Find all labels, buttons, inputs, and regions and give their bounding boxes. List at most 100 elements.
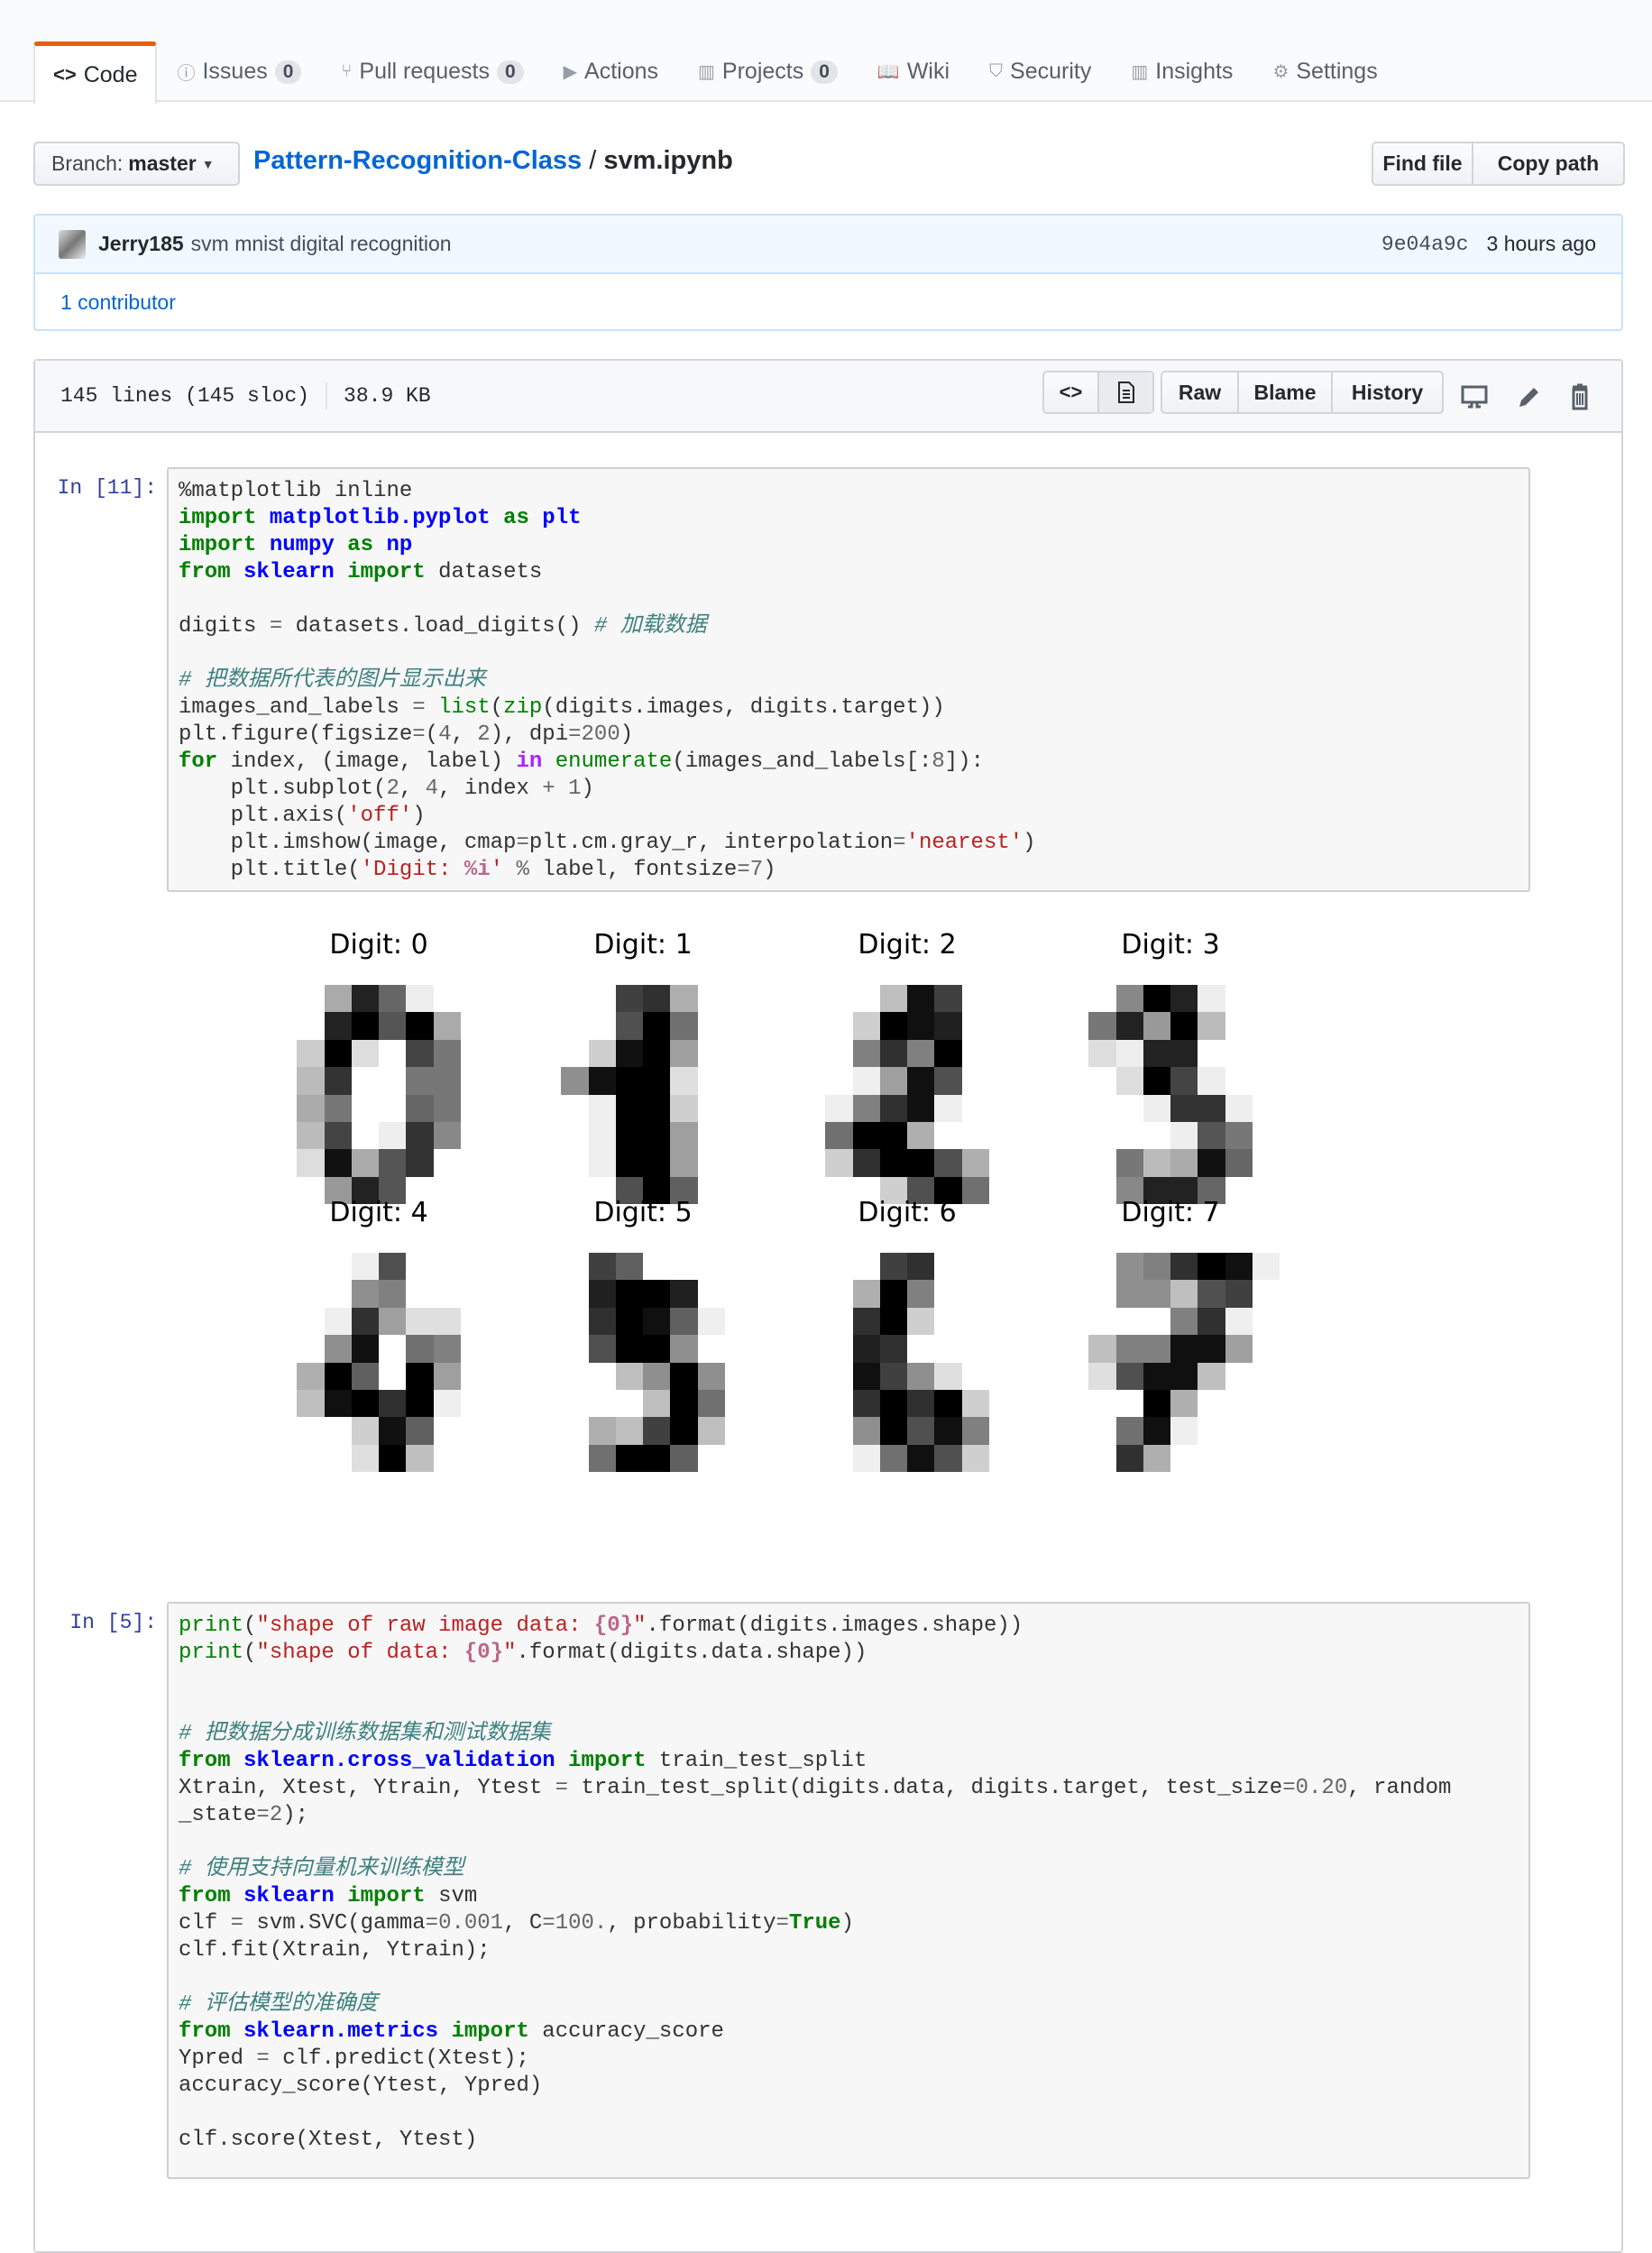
tab-security[interactable]: ⛉ Security	[969, 41, 1111, 102]
code-token: from	[179, 1884, 231, 1908]
code-line: # 使用支持向量机来训练模型	[179, 1856, 1528, 1883]
digit-pixel	[561, 1121, 589, 1150]
digit-pixel	[879, 1067, 908, 1095]
digit-image	[798, 1253, 1017, 1473]
code-line: from sklearn import datasets	[179, 559, 1528, 586]
digit-pixel	[379, 1444, 407, 1473]
commit-sha[interactable]: 9e04a9c	[1381, 233, 1469, 256]
pencil-icon[interactable]	[1514, 382, 1543, 411]
digit-pixel	[825, 1444, 853, 1473]
digit-pixel	[798, 1444, 826, 1473]
digit-pixel	[1088, 1253, 1116, 1281]
code-cell-input[interactable]: print("shape of raw image data: {0}".for…	[167, 1602, 1530, 2179]
digit-pixel	[534, 985, 562, 1013]
desktop-icon[interactable]	[1460, 382, 1489, 411]
code-token: );	[282, 1803, 309, 1827]
digit-pixel	[1253, 1039, 1280, 1068]
digit-pixel	[1225, 1444, 1253, 1473]
digit-pixel	[588, 1280, 616, 1308]
digit-pixel	[825, 1307, 853, 1336]
digit-pixel	[697, 1335, 726, 1363]
digit-pixel	[1225, 1389, 1253, 1418]
digit-pixel	[1198, 1039, 1225, 1068]
branch-select-button[interactable]: Branch: master ▼	[33, 142, 240, 186]
digit-pixel	[697, 985, 726, 1013]
digit-pixel	[989, 1417, 1017, 1445]
digit-pixel	[725, 1039, 753, 1068]
digit-pixel	[989, 1335, 1017, 1363]
tab-insights[interactable]: ▥ Insights	[1111, 41, 1253, 102]
blame-button[interactable]: Blame	[1239, 372, 1333, 412]
digit-pixel	[297, 1307, 325, 1336]
avatar[interactable]	[59, 229, 86, 259]
digit-pixel	[561, 1039, 589, 1068]
digit-pixel	[379, 1149, 407, 1177]
tab-issues[interactable]: ⓘ Issues 0	[157, 41, 321, 102]
digit-image	[534, 1253, 753, 1473]
tab-code[interactable]: <> Code	[33, 41, 158, 104]
digit-pixel	[1088, 1280, 1116, 1308]
digit-pixel	[1088, 1149, 1116, 1177]
digit-pixel	[1088, 1067, 1116, 1095]
digit-pixel	[406, 1012, 434, 1040]
digit-pixel	[588, 1362, 616, 1390]
digit-pixel	[989, 1149, 1017, 1177]
digit-pixel	[852, 1121, 880, 1150]
tab-wiki[interactable]: 📖 Wiki	[858, 41, 969, 102]
digit-pixel	[1198, 985, 1225, 1013]
code-token: =	[893, 831, 906, 855]
tab-label: Issues	[202, 59, 268, 84]
code-token: clf	[179, 1911, 231, 1936]
digit-pixel	[1088, 1362, 1116, 1390]
code-line: plt.subplot(2, 4, index + 1)	[179, 776, 1528, 803]
digit-pixel	[615, 1253, 644, 1281]
code-view-button[interactable]: <>	[1044, 372, 1099, 412]
digit-pixel	[351, 1253, 380, 1281]
copy-path-button[interactable]: Copy path	[1473, 143, 1623, 184]
code-token: clf.score(Xtest, Ytest)	[179, 2128, 478, 2152]
digit-pixel	[534, 1012, 562, 1040]
repo-link[interactable]: Pattern-Recognition-Class	[253, 146, 582, 175]
tab-projects[interactable]: ▥ Projects 0	[678, 41, 858, 102]
digit-pixel	[989, 1094, 1017, 1122]
digit-pixel	[1115, 1335, 1143, 1363]
digit-pixel	[324, 1012, 352, 1040]
digit-pixel	[852, 1067, 880, 1095]
digit-pixel	[351, 1444, 380, 1473]
code-cell-input[interactable]: %matplotlib inline import matplotlib.pypl…	[167, 467, 1530, 892]
trash-icon[interactable]	[1565, 382, 1594, 411]
digit-pixel	[534, 1417, 562, 1445]
code-token: =	[737, 858, 750, 882]
code-token: sklearn.metrics	[243, 2019, 439, 2044]
digit-pixel	[907, 1121, 935, 1150]
digit-pixel	[1088, 1094, 1116, 1122]
digit-pixel	[1115, 1444, 1143, 1473]
history-button[interactable]: History	[1333, 372, 1442, 412]
digit-pixel	[461, 1307, 489, 1336]
rendered-view-button[interactable]	[1099, 372, 1152, 412]
code-token: images_and_labels	[179, 695, 413, 720]
digit-pixel	[1088, 1417, 1116, 1445]
contributors-link[interactable]: 1 contributor	[60, 290, 176, 315]
find-file-button[interactable]: Find file	[1373, 143, 1473, 184]
code-token: (	[243, 1614, 257, 1638]
code-line: import matplotlib.pyplot as plt	[179, 505, 1528, 532]
digit-pixel	[643, 1067, 671, 1095]
digit-pixel	[1253, 1389, 1280, 1418]
digit-pixel	[670, 1149, 698, 1177]
tab-pull-requests[interactable]: ⑂ Pull requests 0	[321, 41, 543, 102]
raw-button[interactable]: Raw	[1162, 372, 1239, 412]
digit-pixel	[588, 1307, 616, 1336]
code-token: train_test_split(digits.data, digits.tar…	[568, 1776, 1283, 1800]
code-token: =	[412, 722, 426, 747]
digit-pixel	[798, 1335, 826, 1363]
digit-pixel	[907, 1280, 935, 1308]
tab-actions[interactable]: ▶ Actions	[544, 41, 678, 102]
commit-message[interactable]: svm mnist digital recognition	[191, 232, 452, 256]
commit-author[interactable]: Jerry185	[98, 232, 184, 256]
tab-settings[interactable]: ⚙ Settings	[1253, 41, 1397, 102]
digit-pixel	[351, 1121, 380, 1150]
digit-pixel	[879, 1389, 908, 1418]
code-line: digits = datasets.load_digits() # 加载数据	[179, 613, 1528, 640]
